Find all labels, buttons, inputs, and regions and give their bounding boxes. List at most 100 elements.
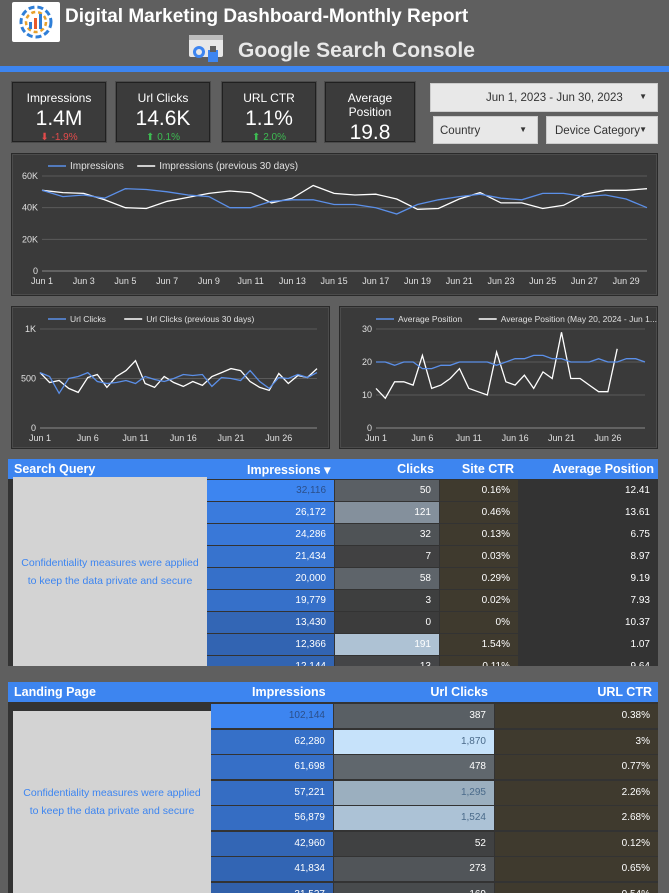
cell-clicks: 121	[335, 502, 439, 523]
cell-impressions: 13,430	[207, 612, 334, 633]
caret-down-icon: ▼	[639, 125, 647, 134]
series-line-current[interactable]	[39, 369, 318, 395]
logo	[12, 2, 60, 42]
header-impressions[interactable]: Impressions ▾	[247, 462, 330, 477]
kpi-label: Url Clicks	[137, 91, 189, 105]
y-tick-label: 500	[21, 374, 36, 384]
cell-impressions: 42,960	[211, 831, 333, 856]
confidentiality-notice: Confidentiality measures were applied to…	[13, 477, 207, 666]
cell-clicks: 0	[335, 612, 439, 633]
cell-impressions: 24,286	[207, 524, 334, 545]
cell-url-clicks: 273	[334, 857, 494, 881]
cell-site-ctr: 0.16%	[440, 480, 518, 501]
x-tick-label: Jun 23	[487, 276, 514, 286]
device-category-filter[interactable]: Device Category ▼	[546, 116, 658, 144]
arrow-up-icon: ⬆	[252, 132, 261, 143]
x-tick-label: Jun 29	[613, 276, 640, 286]
y-tick-label: 60K	[22, 171, 38, 181]
country-filter-label: Country	[440, 125, 481, 137]
y-tick-label: 0	[33, 266, 38, 276]
x-tick-label: Jun 16	[502, 433, 529, 443]
kpi-average-position: Average Position 19.8	[325, 82, 415, 144]
cell-average-position: 9.64	[519, 656, 658, 666]
x-tick-label: Jun 1	[365, 433, 387, 443]
cell-impressions: 19,779	[207, 590, 334, 611]
cell-average-position: 1.07	[519, 634, 658, 655]
header-site-ctr[interactable]: Site CTR	[462, 462, 514, 476]
cell-url-clicks: 1,524	[334, 806, 494, 830]
cell-impressions: 21,434	[207, 546, 334, 567]
x-tick-label: Jun 25	[529, 276, 556, 286]
legend-entry[interactable]: Average Position	[398, 314, 462, 324]
kpi-label: Average Position	[347, 91, 393, 119]
kpi-value: 19.8	[349, 121, 391, 144]
header-search-query[interactable]: Search Query	[14, 462, 95, 476]
cell-url-clicks: 1,295	[334, 780, 494, 805]
kpi-value: 1.1%	[245, 107, 293, 130]
kpi-delta-value: 2.0%	[263, 132, 286, 143]
device-filter-label: Device Category	[555, 125, 641, 137]
series-line-current[interactable]	[41, 188, 648, 215]
x-tick-label: Jun 27	[571, 276, 598, 286]
cell-url-ctr: 3%	[495, 729, 658, 754]
header-impressions[interactable]: Impressions	[252, 685, 326, 699]
cell-average-position: 13.61	[519, 502, 658, 523]
cell-site-ctr: 0.11%	[440, 656, 518, 666]
cell-clicks: 3	[335, 590, 439, 611]
header-url-ctr[interactable]: URL CTR	[597, 685, 652, 699]
kpi-delta-value: -1.9%	[51, 132, 78, 143]
cell-url-ctr: 0.12%	[495, 831, 658, 856]
x-tick-label: Jun 1	[29, 433, 51, 443]
x-tick-label: Jun 6	[77, 433, 99, 443]
landing-page-table: Landing Page Impressions Url Clicks URL …	[8, 682, 658, 893]
caret-down-icon: ▼	[519, 125, 527, 134]
x-tick-label: Jun 6	[411, 433, 433, 443]
cell-clicks: 191	[335, 634, 439, 655]
header-clicks[interactable]: Clicks	[397, 462, 434, 476]
cell-impressions: 20,000	[207, 568, 334, 589]
kpi-label: URL CTR	[243, 91, 295, 105]
x-tick-label: Jun 11	[122, 433, 148, 443]
confidentiality-text: Confidentiality measures were applied to…	[23, 787, 201, 817]
cell-url-clicks: 52	[334, 831, 494, 856]
x-tick-label: Jun 11	[237, 276, 263, 286]
cell-site-ctr: 0.46%	[440, 502, 518, 523]
cell-impressions: 12,144	[207, 656, 334, 666]
cell-url-clicks: 478	[334, 755, 494, 779]
legend-entry[interactable]: Average Position (May 20, 2024 - Jun 1..…	[501, 314, 657, 324]
cell-impressions: 61,698	[211, 755, 333, 779]
x-tick-label: Jun 16	[170, 433, 197, 443]
x-tick-label: Jun 5	[114, 276, 136, 286]
kpi-value: 1.4M	[35, 107, 83, 130]
x-tick-label: Jun 21	[548, 433, 575, 443]
cell-impressions: 31,527	[211, 882, 333, 893]
table-header: Landing Page Impressions Url Clicks URL …	[8, 682, 658, 702]
confidentiality-text: Confidentiality measures were applied to…	[21, 556, 199, 587]
kpi-value: 14.6K	[135, 107, 191, 130]
cell-impressions: 56,879	[211, 806, 333, 830]
date-range-picker[interactable]: Jun 1, 2023 - Jun 30, 2023 ▼	[430, 83, 658, 112]
cell-url-ctr: 0.77%	[495, 755, 658, 779]
legend-entry[interactable]: Impressions (previous 30 days)	[159, 161, 298, 172]
x-tick-label: Jun 26	[265, 433, 292, 443]
cell-clicks: 58	[335, 568, 439, 589]
cell-average-position: 6.75	[519, 524, 658, 545]
cell-url-ctr: 0.65%	[495, 857, 658, 881]
header-url-clicks[interactable]: Url Clicks	[430, 685, 488, 699]
legend-entry[interactable]: Url Clicks (previous 30 days)	[146, 314, 254, 324]
arrow-up-icon: ⬆	[146, 132, 155, 143]
legend-entry[interactable]: Impressions	[70, 161, 124, 172]
cell-average-position: 9.19	[519, 568, 658, 589]
kpi-delta: ⬇ -1.9%	[13, 132, 105, 143]
header-impressions-label: Impressions	[247, 463, 321, 477]
dashboard-header: Digital Marketing Dashboard-Monthly Repo…	[0, 0, 669, 66]
impressions-line-chart: Impressions Impressions (previous 30 days…	[22, 161, 648, 286]
legend-entry[interactable]: Url Clicks	[70, 314, 106, 324]
country-filter[interactable]: Country ▼	[433, 116, 538, 144]
y-tick-label: 1K	[25, 324, 36, 334]
caret-down-icon: ▼	[639, 92, 647, 101]
header-landing-page[interactable]: Landing Page	[14, 685, 96, 699]
cell-impressions: 41,834	[211, 857, 333, 881]
header-average-position[interactable]: Average Position	[552, 462, 654, 476]
cell-site-ctr: 0%	[440, 612, 518, 633]
